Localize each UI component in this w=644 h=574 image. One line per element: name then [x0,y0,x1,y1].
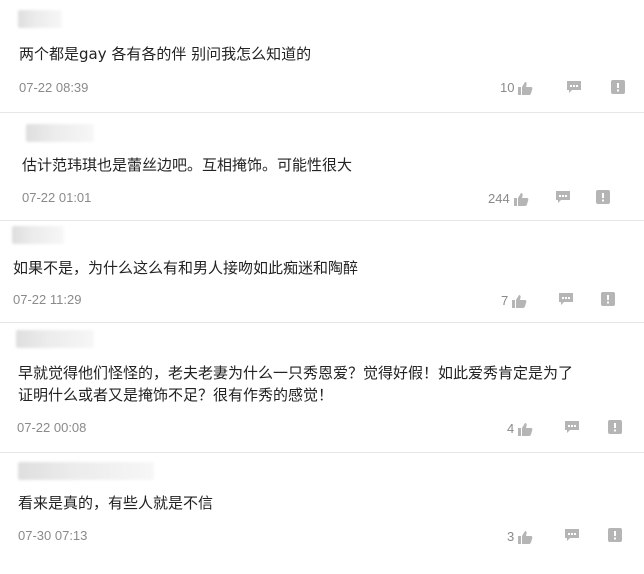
comment-divider [0,220,644,221]
username-blurred[interactable] [16,330,94,348]
comment-time: 07-22 08:39 [19,80,89,95]
report-flag-icon[interactable] [608,420,622,434]
comment-text: 早就觉得他们怪怪的，老夫老妻为什么一只秀恩爱？觉得好假！如此爱秀肯定是为了 证明… [18,364,574,404]
comment-time: 07-22 11:29 [13,292,82,307]
reply-bubble-icon[interactable] [564,420,580,434]
report-flag-icon[interactable] [596,190,610,204]
thumbs-up-icon [517,530,533,544]
username-blurred[interactable] [18,462,154,480]
thumbs-up-icon [517,81,533,95]
reply-bubble-icon[interactable] [564,528,580,542]
reply-bubble-icon[interactable] [558,292,574,306]
like-button[interactable]: 4 [507,421,533,436]
comment-divider [0,452,644,453]
reply-bubble-icon[interactable] [555,190,571,204]
like-button[interactable]: 3 [507,529,533,544]
comment-text: 两个都是gay 各有各的伴 别问我怎么知道的 [19,45,312,63]
like-count: 3 [507,529,515,544]
comment-text: 估计范玮琪也是蕾丝边吧。互相掩饰。可能性很大 [22,156,353,174]
like-count: 10 [500,80,515,95]
like-button[interactable]: 7 [501,293,527,308]
username-blurred[interactable] [26,124,94,142]
report-flag-icon[interactable] [608,528,622,542]
reply-bubble-icon[interactable] [566,80,582,94]
thumbs-up-icon [511,294,527,308]
comment-text: 看来是真的，有些人就是不信 [18,494,214,512]
like-count: 4 [507,421,515,436]
username-blurred[interactable] [18,10,62,28]
report-flag-icon[interactable] [601,292,615,306]
report-flag-icon[interactable] [611,80,625,94]
comment-time: 07-22 01:01 [22,190,92,205]
thumbs-up-icon [517,422,533,436]
comment-time: 07-30 07:13 [18,528,88,543]
comment-text: 如果不是，为什么这么有和男人接吻如此痴迷和陶醉 [13,259,359,277]
thumbs-up-icon [513,192,529,206]
like-count: 7 [501,293,509,308]
comment-divider [0,322,644,323]
comment-time: 07-22 00:08 [17,420,87,435]
like-count: 244 [488,191,510,206]
like-button[interactable]: 10 [500,80,533,95]
like-button[interactable]: 244 [488,191,529,206]
comment-divider [0,112,644,113]
username-blurred[interactable] [12,226,64,244]
